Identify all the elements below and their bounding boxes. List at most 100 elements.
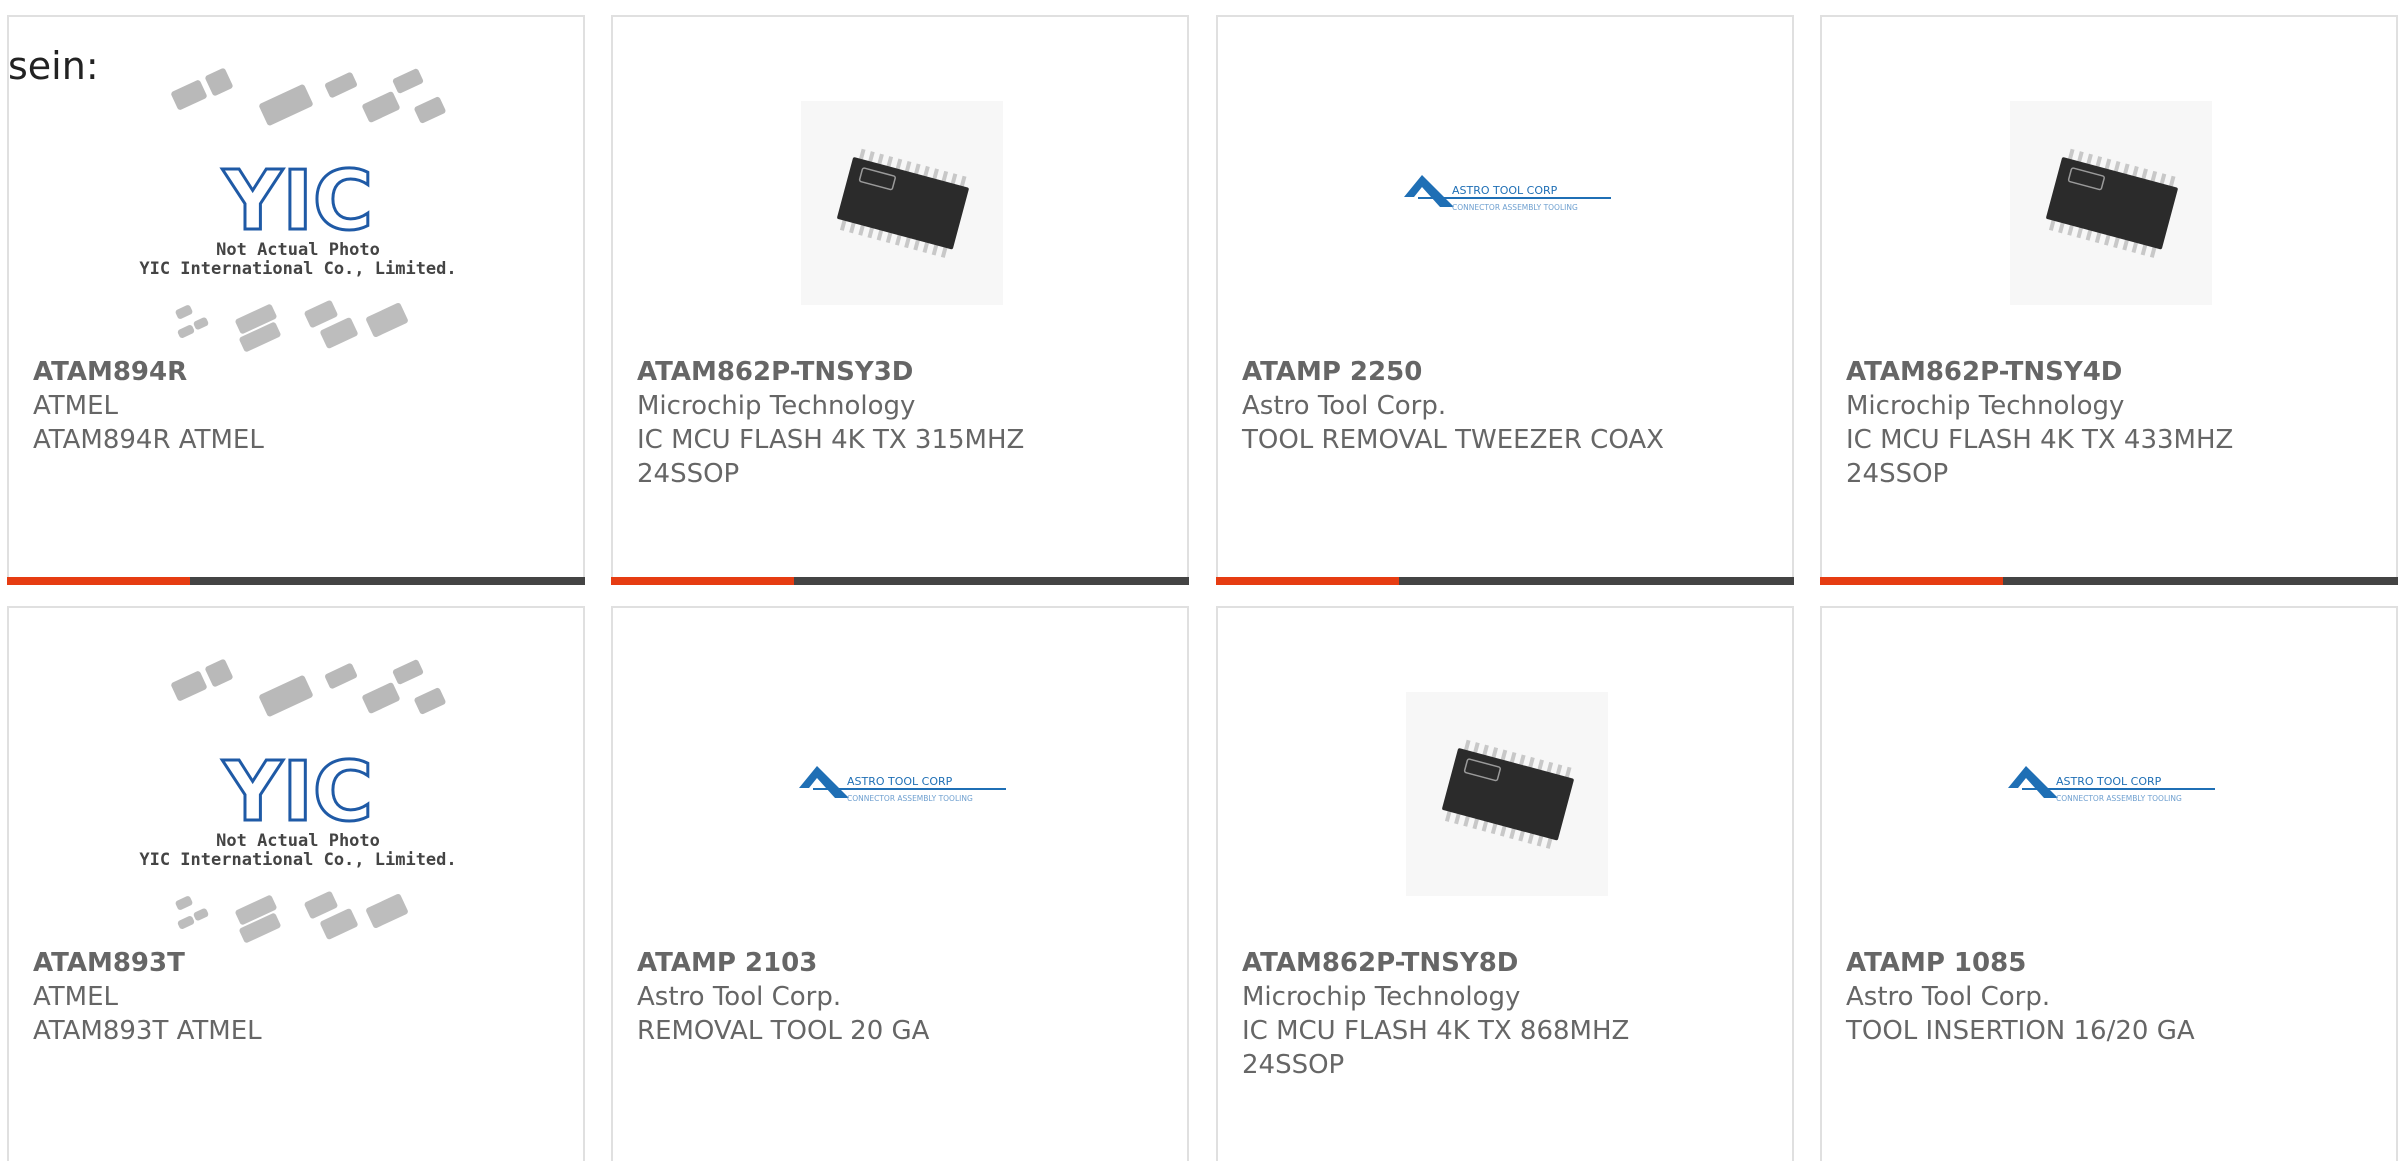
product-image[interactable]: YIC Not Actual Photo YIC International Co.… bbox=[9, 648, 583, 948]
chip-shape bbox=[177, 325, 195, 338]
chip-shape bbox=[392, 68, 424, 94]
product-info: ATAMP 2103 Astro Tool Corp. REMOVAL TOOL 2… bbox=[637, 946, 1157, 1048]
manufacturer: Microchip Technology bbox=[637, 391, 916, 421]
chip-shape bbox=[304, 300, 338, 328]
product-description: REMOVAL TOOL 20 GA bbox=[637, 1016, 930, 1046]
part-number-link[interactable]: ATAMP 2250 bbox=[1242, 355, 1762, 389]
astro-underline bbox=[813, 788, 1006, 790]
ssop-chip-image bbox=[1406, 692, 1608, 896]
product-description: ATAM894R ATMEL bbox=[33, 425, 264, 455]
chip-shape bbox=[304, 891, 338, 919]
placeholder-company: YIC International Co., Limited. bbox=[139, 850, 456, 870]
product-description: IC MCU FLASH 4K TX 433MHZ 24SSOP bbox=[1846, 425, 2234, 489]
card-accent-bar bbox=[7, 577, 190, 585]
product-description: TOOL INSERTION 16/20 GA bbox=[1846, 1016, 2195, 1046]
astro-triangle-mark bbox=[1404, 175, 1454, 207]
product-info: ATAM893T ATMEL ATAM893T ATMEL bbox=[33, 946, 553, 1048]
astro-triangle-mark bbox=[799, 766, 849, 798]
product-grid: YIC Not Actual Photo YIC International Co.… bbox=[7, 15, 2400, 1161]
product-info: ATAMP 1085 Astro Tool Corp. TOOL INSERTION… bbox=[1846, 946, 2366, 1048]
intro-text: sein: bbox=[8, 44, 99, 88]
chip-shape bbox=[205, 68, 233, 96]
part-number-link[interactable]: ATAM862P-TNSY4D bbox=[1846, 355, 2366, 389]
astro-tool-logo: ASTRO TOOL CORP CONNECTOR ASSEMBLY TOOLIN… bbox=[799, 766, 1006, 803]
astro-logo-subtext: CONNECTOR ASSEMBLY TOOLING bbox=[1452, 203, 1578, 212]
yic-logo: YIC bbox=[222, 745, 373, 840]
placeholder-caption: Not Actual Photo bbox=[216, 240, 380, 260]
product-image[interactable] bbox=[1218, 648, 1792, 948]
chip-shape bbox=[362, 91, 400, 123]
chip-shape bbox=[171, 80, 207, 110]
product-description: IC MCU FLASH 4K TX 868MHZ 24SSOP bbox=[1242, 1016, 1630, 1080]
part-number-link[interactable]: ATAM894R bbox=[33, 355, 553, 389]
product-grid-page: sein: YIC Not Actual Photo YIC Internation… bbox=[0, 0, 2400, 1161]
astro-tool-logo: ASTRO TOOL CORP CONNECTOR ASSEMBLY TOOLIN… bbox=[2008, 766, 2215, 803]
product-info: ATAMP 2250 Astro Tool Corp. TOOL REMOVAL T… bbox=[1242, 355, 1762, 457]
chip-shape bbox=[175, 896, 193, 910]
chip-shape bbox=[171, 671, 207, 701]
astro-triangle-mark bbox=[2008, 766, 2058, 798]
product-card[interactable]: YIC Not Actual Photo YIC International Co.… bbox=[7, 15, 585, 585]
chip-shape bbox=[259, 675, 313, 717]
product-card[interactable]: ASTRO TOOL CORP CONNECTOR ASSEMBLY TOOLIN… bbox=[1216, 15, 1794, 585]
placeholder-company: YIC International Co., Limited. bbox=[139, 259, 456, 279]
card-bottom-bar bbox=[611, 577, 1189, 585]
manufacturer: Astro Tool Corp. bbox=[637, 982, 842, 1012]
part-number-link[interactable]: ATAM862P-TNSY3D bbox=[637, 355, 1157, 389]
chip-shape bbox=[366, 893, 408, 929]
chip-shape bbox=[193, 908, 209, 921]
astro-logo-text: ASTRO TOOL CORP bbox=[1452, 184, 1558, 197]
product-image[interactable]: ASTRO TOOL CORP CONNECTOR ASSEMBLY TOOLIN… bbox=[613, 648, 1187, 948]
part-number-link[interactable]: ATAM862P-TNSY8D bbox=[1242, 946, 1762, 980]
card-accent-bar bbox=[611, 577, 794, 585]
yic-placeholder-image: YICNot Actual PhotoYIC International Co.… bbox=[139, 659, 457, 943]
product-info: ATAM894R ATMEL ATAM894R ATMEL bbox=[33, 355, 553, 457]
chip-shape bbox=[193, 317, 209, 330]
astro-logo-text: ASTRO TOOL CORP bbox=[847, 775, 953, 788]
product-image[interactable]: ASTRO TOOL CORP CONNECTOR ASSEMBLY TOOLIN… bbox=[1822, 648, 2396, 948]
manufacturer: Astro Tool Corp. bbox=[1846, 982, 2051, 1012]
chip-shape bbox=[414, 687, 446, 715]
chip-shape bbox=[259, 84, 313, 126]
product-info: ATAM862P-TNSY3D Microchip Technology IC MC… bbox=[637, 355, 1157, 491]
product-description: TOOL REMOVAL TWEEZER COAX bbox=[1242, 425, 1664, 455]
card-bottom-bar bbox=[7, 577, 585, 585]
product-card[interactable]: ATAM862P-TNSY4D Microchip Technology IC MC… bbox=[1820, 15, 2398, 585]
chip-shape bbox=[362, 682, 400, 714]
part-number-link[interactable]: ATAMP 2103 bbox=[637, 946, 1157, 980]
product-card[interactable]: ATAM862P-TNSY3D Microchip Technology IC MC… bbox=[611, 15, 1189, 585]
manufacturer: Microchip Technology bbox=[1242, 982, 1521, 1012]
manufacturer: ATMEL bbox=[33, 982, 118, 1012]
ssop-chip-image bbox=[801, 101, 1003, 305]
yic-placeholder-image: YICNot Actual PhotoYIC International Co.… bbox=[139, 68, 457, 352]
chip-shape bbox=[414, 96, 446, 124]
astro-underline bbox=[1418, 197, 1611, 199]
product-image[interactable]: ASTRO TOOL CORP CONNECTOR ASSEMBLY TOOLIN… bbox=[1218, 57, 1792, 357]
product-card[interactable]: ASTRO TOOL CORP CONNECTOR ASSEMBLY TOOLIN… bbox=[1820, 606, 2398, 1161]
product-card[interactable]: ASTRO TOOL CORP CONNECTOR ASSEMBLY TOOLIN… bbox=[611, 606, 1189, 1161]
astro-logo-subtext: CONNECTOR ASSEMBLY TOOLING bbox=[2056, 794, 2182, 803]
chip-shape bbox=[325, 72, 357, 98]
product-image[interactable]: YIC Not Actual Photo YIC International Co.… bbox=[9, 57, 583, 357]
manufacturer: ATMEL bbox=[33, 391, 118, 421]
astro-logo-subtext: CONNECTOR ASSEMBLY TOOLING bbox=[847, 794, 973, 803]
yic-logo: YIC bbox=[222, 154, 373, 249]
placeholder-caption: Not Actual Photo bbox=[216, 831, 380, 851]
card-accent-bar bbox=[1820, 577, 2003, 585]
astro-underline bbox=[2022, 788, 2215, 790]
product-card[interactable]: YIC Not Actual Photo YIC International Co.… bbox=[7, 606, 585, 1161]
product-card[interactable]: ATAM862P-TNSY8D Microchip Technology IC MC… bbox=[1216, 606, 1794, 1161]
card-bottom-bar bbox=[1216, 577, 1794, 585]
chip-shape bbox=[205, 659, 233, 687]
product-image[interactable] bbox=[613, 57, 1187, 357]
product-description: ATAM893T ATMEL bbox=[33, 1016, 262, 1046]
astro-tool-logo: ASTRO TOOL CORP CONNECTOR ASSEMBLY TOOLIN… bbox=[1404, 175, 1611, 212]
part-number-link[interactable]: ATAM893T bbox=[33, 946, 553, 980]
astro-logo-text: ASTRO TOOL CORP bbox=[2056, 775, 2162, 788]
product-image[interactable] bbox=[1822, 57, 2396, 357]
chip-shape bbox=[392, 659, 424, 685]
part-number-link[interactable]: ATAMP 1085 bbox=[1846, 946, 2366, 980]
ssop-chip-image bbox=[2010, 101, 2212, 305]
card-bottom-bar bbox=[1820, 577, 2398, 585]
manufacturer: Astro Tool Corp. bbox=[1242, 391, 1447, 421]
